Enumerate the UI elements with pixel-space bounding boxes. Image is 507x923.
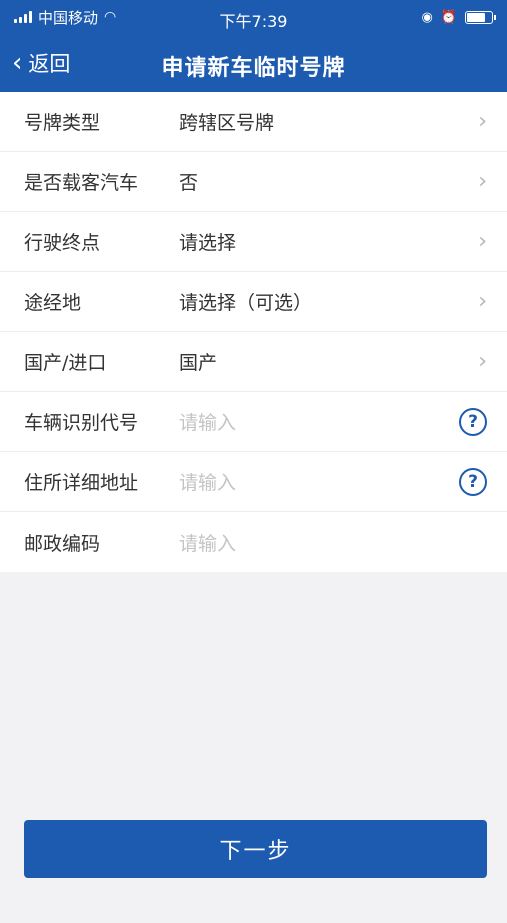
vin-input[interactable]: 请输入 bbox=[179, 408, 236, 435]
vin-label: 车辆识别代号 bbox=[24, 412, 139, 434]
passenger-car-row[interactable]: 是否载客汽车 否 › bbox=[0, 152, 507, 212]
via-label: 途经地 bbox=[24, 292, 82, 314]
alarm-icon: ⏰ bbox=[440, 9, 457, 25]
help-icon[interactable]: ? bbox=[459, 408, 487, 436]
signal-icon bbox=[14, 11, 32, 23]
address-input[interactable]: 请输入 bbox=[179, 468, 236, 495]
destination-value: 请选择 bbox=[179, 232, 237, 254]
status-left: 中国移动 ◠ bbox=[14, 7, 116, 28]
via-row[interactable]: 途经地 请选择（可选） › bbox=[0, 272, 507, 332]
status-time: 下午7:39 bbox=[219, 12, 288, 31]
chevron-right-icon: › bbox=[478, 289, 487, 314]
postcode-input[interactable]: 请输入 bbox=[179, 529, 236, 556]
top-bar: 中国移动 ◠ 下午7:39 ◉ ⏰ ‹ 返回 申请新车临时号牌 bbox=[0, 0, 507, 92]
origin-row[interactable]: 国产/进口 国产 › bbox=[0, 332, 507, 392]
destination-label: 行驶终点 bbox=[24, 232, 101, 254]
battery-icon bbox=[465, 10, 496, 24]
address-row[interactable]: 住所详细地址 请输入 ? bbox=[0, 452, 507, 512]
postcode-label: 邮政编码 bbox=[24, 532, 101, 555]
plate-type-row[interactable]: 号牌类型 跨辖区号牌 › bbox=[0, 92, 507, 152]
origin-label: 国产/进口 bbox=[24, 352, 107, 374]
application-form: 号牌类型 跨辖区号牌 › 是否载客汽车 否 › 行驶终点 请选择 › 途经地 请… bbox=[0, 92, 507, 572]
address-label: 住所详细地址 bbox=[24, 472, 139, 494]
help-icon[interactable]: ? bbox=[459, 468, 487, 496]
chevron-right-icon: › bbox=[478, 109, 487, 134]
destination-row[interactable]: 行驶终点 请选择 › bbox=[0, 212, 507, 272]
vin-row[interactable]: 车辆识别代号 请输入 ? bbox=[0, 392, 507, 452]
wifi-icon: ◠ bbox=[104, 9, 117, 25]
via-value: 请选择（可选） bbox=[179, 292, 313, 314]
plate-type-value: 跨辖区号牌 bbox=[179, 112, 275, 134]
carrier-label: 中国移动 bbox=[38, 8, 99, 27]
page-title: 申请新车临时号牌 bbox=[161, 56, 346, 81]
chevron-right-icon: › bbox=[478, 169, 487, 194]
chevron-right-icon: › bbox=[478, 229, 487, 254]
location-icon: ◉ bbox=[421, 9, 433, 25]
passenger-car-label: 是否载客汽车 bbox=[24, 172, 139, 194]
postcode-row[interactable]: 邮政编码 请输入 bbox=[0, 512, 507, 572]
origin-value: 国产 bbox=[179, 352, 218, 374]
next-step-button[interactable]: 下一步 bbox=[24, 820, 487, 878]
status-right: ◉ ⏰ bbox=[421, 9, 496, 25]
nav-bar: ‹ 返回 申请新车临时号牌 bbox=[0, 34, 507, 92]
chevron-right-icon: › bbox=[478, 349, 487, 374]
passenger-car-value: 否 bbox=[179, 172, 199, 194]
plate-type-label: 号牌类型 bbox=[24, 112, 101, 134]
status-bar: 中国移动 ◠ 下午7:39 ◉ ⏰ bbox=[0, 0, 507, 34]
